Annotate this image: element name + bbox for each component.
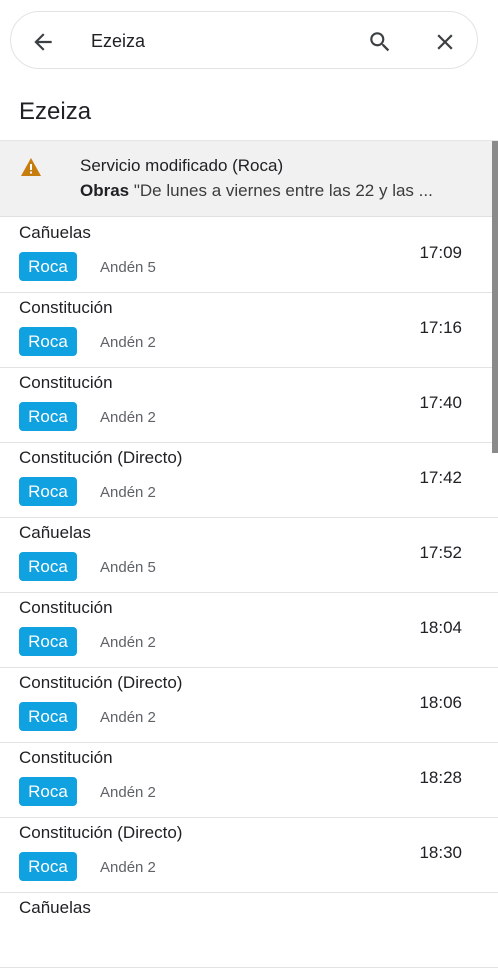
scrollbar[interactable] bbox=[492, 141, 498, 453]
line-badge: Roca bbox=[19, 252, 77, 281]
departure-row[interactable]: Constitución (Directo) Roca Andén 2 18:3… bbox=[0, 818, 498, 893]
platform: Andén 5 bbox=[100, 559, 156, 576]
alert-detail: Obras "De lunes a viernes entre las 22 y… bbox=[80, 181, 465, 201]
departure-row[interactable]: Cañuelas Roca Andén 5 17:52 bbox=[0, 518, 498, 593]
search-icon bbox=[370, 32, 390, 52]
departure-time: 17:16 bbox=[419, 318, 462, 337]
departure-time: 18:30 bbox=[419, 843, 462, 862]
line-badge: Roca bbox=[19, 477, 77, 506]
departure-time: 17:09 bbox=[419, 243, 462, 262]
platform: Andén 2 bbox=[100, 634, 156, 651]
destination: Constitución bbox=[19, 373, 113, 392]
departure-time: 18:04 bbox=[419, 618, 462, 637]
platform: Andén 2 bbox=[100, 859, 156, 876]
departure-time: 17:40 bbox=[419, 393, 462, 412]
alert-title: Servicio modificado (Roca) bbox=[80, 156, 284, 175]
departure-time: 17:52 bbox=[419, 543, 462, 562]
line-badge: Roca bbox=[19, 627, 77, 656]
destination: Constitución (Directo) bbox=[19, 448, 183, 467]
departure-row[interactable]: Cañuelas Roca Andén 5 17:09 bbox=[0, 218, 498, 293]
platform: Andén 5 bbox=[100, 259, 156, 276]
departure-row[interactable]: Constitución Roca Andén 2 18:28 bbox=[0, 743, 498, 818]
search-input[interactable] bbox=[91, 27, 351, 55]
platform: Andén 2 bbox=[100, 409, 156, 426]
destination: Cañuelas bbox=[19, 523, 91, 542]
departure-row[interactable]: Constitución Roca Andén 2 18:04 bbox=[0, 593, 498, 668]
destination: Constitución bbox=[19, 598, 113, 617]
departure-row[interactable]: Constitución Roca Andén 2 17:40 bbox=[0, 368, 498, 443]
platform: Andén 2 bbox=[100, 334, 156, 351]
destination: Cañuelas bbox=[19, 898, 91, 917]
departure-row[interactable]: Constitución (Directo) Roca Andén 2 18:0… bbox=[0, 668, 498, 743]
destination: Constitución bbox=[19, 298, 113, 317]
arrow-back-icon bbox=[34, 33, 52, 51]
line-badge: Roca bbox=[19, 552, 77, 581]
destination: Constitución (Directo) bbox=[19, 823, 183, 842]
departure-row[interactable]: Constitución (Directo) Roca Andén 2 17:4… bbox=[0, 443, 498, 518]
service-alert[interactable]: Servicio modificado (Roca) Obras "De lun… bbox=[0, 141, 498, 217]
line-badge: Roca bbox=[19, 777, 77, 806]
line-badge: Roca bbox=[19, 702, 77, 731]
page-title: Ezeiza bbox=[19, 98, 92, 125]
search-button[interactable] bbox=[367, 29, 393, 55]
departure-time: 18:06 bbox=[419, 693, 462, 712]
platform: Andén 2 bbox=[100, 784, 156, 801]
destination: Cañuelas bbox=[19, 223, 91, 242]
destination: Constitución (Directo) bbox=[19, 673, 183, 692]
line-badge: Roca bbox=[19, 402, 77, 431]
line-badge: Roca bbox=[19, 327, 77, 356]
departures-list: Cañuelas Roca Andén 5 17:09 Constitución… bbox=[0, 218, 498, 968]
platform: Andén 2 bbox=[100, 484, 156, 501]
departure-row[interactable]: Constitución Roca Andén 2 17:16 bbox=[0, 293, 498, 368]
alert-detail-text: "De lunes a viernes entre las 22 y las .… bbox=[129, 181, 433, 200]
departure-row[interactable]: Cañuelas bbox=[0, 893, 498, 968]
clear-button[interactable] bbox=[432, 29, 458, 55]
line-badge: Roca bbox=[19, 852, 77, 881]
platform: Andén 2 bbox=[100, 709, 156, 726]
departure-time: 18:28 bbox=[419, 768, 462, 787]
warning-icon bbox=[21, 158, 41, 176]
search-bar bbox=[10, 11, 478, 69]
back-button[interactable] bbox=[30, 29, 56, 55]
destination: Constitución bbox=[19, 748, 113, 767]
alert-label: Obras bbox=[80, 181, 130, 200]
departure-time: 17:42 bbox=[419, 468, 462, 487]
close-icon bbox=[437, 34, 453, 50]
